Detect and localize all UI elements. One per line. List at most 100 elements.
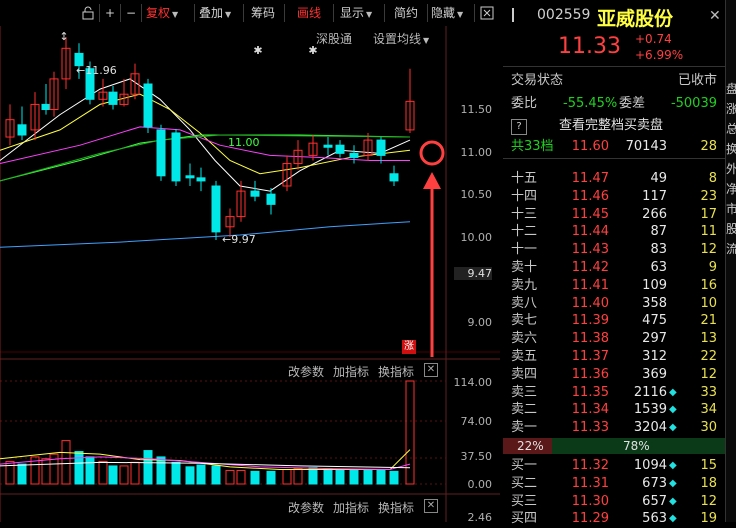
ask-row[interactable]: 十一 11.43 83 12 xyxy=(503,241,725,259)
candle xyxy=(41,103,51,111)
ask-row[interactable]: 卖一 11.33 3204 ◆ 30 xyxy=(503,419,725,437)
level-label: 十三 xyxy=(511,206,538,222)
chevron-down-icon: ▼ xyxy=(225,10,232,19)
level-label: 卖三 xyxy=(511,384,538,400)
side-tab-label[interactable]: 换 xyxy=(726,140,736,157)
bid-row[interactable]: 买二 11.31 673 ◆ 18 xyxy=(503,475,725,493)
bid-row[interactable]: 买四 11.29 563 ◆ 19 xyxy=(503,510,725,528)
volume-tick: 74.00 xyxy=(460,415,493,428)
ask-row[interactable]: 十二 11.44 87 11 xyxy=(503,223,725,241)
ask-row[interactable]: 十五 11.47 49 8 xyxy=(503,170,725,188)
level-price: 11.33 xyxy=(571,420,609,436)
level-label: 十五 xyxy=(511,171,538,186)
level-label: 买一 xyxy=(511,458,538,473)
candle xyxy=(108,91,118,105)
ask-row[interactable]: 卖二 11.34 1539 ◆ 34 xyxy=(503,401,725,419)
level-count: 23 xyxy=(700,188,717,204)
volume-bar xyxy=(74,450,84,485)
hk-connect-link[interactable]: 深股通 xyxy=(316,30,352,47)
volume-bar xyxy=(143,450,153,485)
level-label: 买四 xyxy=(511,511,538,527)
side-tab-label[interactable]: 总 xyxy=(726,120,736,137)
ask-row[interactable]: 十四 11.46 117 23 xyxy=(503,188,725,206)
full-book-link[interactable]: 查看完整档买卖盘 xyxy=(559,117,663,135)
level-volume: 475 xyxy=(642,313,667,329)
chevron-down-icon: ▼ xyxy=(366,10,373,19)
candle xyxy=(196,177,206,182)
order-ratio-row: 委比 -55.45% 委差 -50039 xyxy=(511,96,717,111)
volume-bar xyxy=(293,468,303,485)
chips-button[interactable]: 筹码 xyxy=(247,3,279,23)
volume-bar xyxy=(323,468,333,485)
kline-chart[interactable]: ↕ ✱ ✱ 深股通 设置均线 ▼ 11.50 11.00 10.50 10.00 9.… xyxy=(0,26,500,524)
side-tab-label[interactable]: 净 xyxy=(726,180,736,197)
level-volume: 369 xyxy=(642,366,667,382)
add-indicator-link-2[interactable]: 加指标 xyxy=(333,499,369,516)
adjust-button[interactable]: 复权 ▼ xyxy=(146,3,192,23)
zoom-in-button[interactable]: + xyxy=(102,3,118,23)
level-count: 8 xyxy=(708,171,717,186)
fullscreen-icon[interactable] xyxy=(478,3,496,23)
bid-row[interactable]: 买三 11.30 657 ◆ 12 xyxy=(503,493,725,511)
diamond-icon: ◆ xyxy=(669,513,677,525)
sell-ratio: 22% xyxy=(517,439,544,453)
switch-indicator-link-2[interactable]: 换指标 xyxy=(378,499,414,516)
price-tick: 10.50 xyxy=(460,188,493,201)
level-label: 卖二 xyxy=(511,402,538,418)
close-icon[interactable]: ✕ xyxy=(709,8,721,24)
ask-row[interactable]: 卖八 11.40 358 10 xyxy=(503,295,725,313)
side-tab-label[interactable]: 盘 xyxy=(726,80,736,97)
stock-header: 002559 亚威股份 ✕ 11.33 +0.74 +6.99% xyxy=(503,0,725,67)
level-price: 11.31 xyxy=(571,475,609,491)
change-params-link-2[interactable]: 改参数 xyxy=(288,499,324,516)
ask-row[interactable]: 卖七 11.39 475 21 xyxy=(503,312,725,330)
level-label: 买三 xyxy=(511,493,538,509)
total-levels-row: 共33档 11.60 70143 28 xyxy=(503,138,725,159)
ask-row[interactable]: 十三 11.45 266 17 xyxy=(503,206,725,224)
bottom-tick: 2.46 xyxy=(467,511,493,524)
add-indicator-link[interactable]: 加指标 xyxy=(333,363,369,380)
overlay-button[interactable]: 叠加 ▼ xyxy=(199,3,241,23)
side-tab-label[interactable]: 外 xyxy=(726,160,736,177)
hide-button[interactable]: 隐藏 ▼ xyxy=(431,3,471,23)
ma60-line xyxy=(0,221,411,248)
display-button[interactable]: 显示 ▼ xyxy=(340,3,382,23)
ask-row[interactable]: 卖九 11.41 109 16 xyxy=(503,277,725,295)
ma10-line xyxy=(0,93,411,175)
side-tab-label[interactable]: 流 xyxy=(726,240,736,257)
level-price: 11.39 xyxy=(571,313,609,329)
volume-bar xyxy=(41,458,51,485)
menu-icon[interactable] xyxy=(511,8,519,22)
buy-ratio: 78% xyxy=(623,439,650,453)
level-price: 11.35 xyxy=(571,384,609,400)
close-icon[interactable]: ✕ xyxy=(424,499,438,513)
level-label: 卖五 xyxy=(511,349,538,364)
change-params-link[interactable]: 改参数 xyxy=(288,363,324,380)
ask-row[interactable]: 卖五 11.37 312 22 xyxy=(503,348,725,366)
volume-bar xyxy=(17,463,27,485)
close-icon[interactable]: ✕ xyxy=(424,363,438,377)
help-icon[interactable]: ? xyxy=(511,119,527,135)
level-price: 11.32 xyxy=(571,458,609,473)
side-tab-label[interactable]: 股 xyxy=(726,220,736,237)
side-tab-strip[interactable]: 盘涨总换外净市股流 xyxy=(725,0,736,522)
marker-star: ↕ xyxy=(59,30,68,43)
ask-row[interactable]: 卖四 11.36 369 12 xyxy=(503,366,725,384)
set-ma-link[interactable]: 设置均线 ▼ xyxy=(373,30,429,47)
level-label: 十一 xyxy=(511,242,538,258)
trade-status-row: 交易状态 已收市 xyxy=(511,73,717,88)
draw-line-button[interactable]: 画线 xyxy=(293,3,325,23)
bid-row[interactable]: 买一 11.32 1094 ◆ 15 xyxy=(503,457,725,475)
ask-row[interactable]: 卖六 11.38 297 13 xyxy=(503,330,725,348)
ask-row[interactable]: 卖三 11.35 2116 ◆ 33 xyxy=(503,384,725,402)
simple-button[interactable]: 简约 xyxy=(390,3,422,23)
level-volume: 109 xyxy=(642,277,667,293)
switch-indicator-link[interactable]: 换指标 xyxy=(378,363,414,380)
side-tab-label[interactable]: 涨 xyxy=(726,100,736,117)
zoom-out-button[interactable]: − xyxy=(123,3,139,23)
full-book-row[interactable]: ? 查看完整档买卖盘 xyxy=(503,117,725,135)
volume-bar xyxy=(363,469,373,485)
ask-row[interactable]: 卖十 11.42 63 9 xyxy=(503,259,725,277)
lock-icon[interactable] xyxy=(78,3,98,23)
side-tab-label[interactable]: 市 xyxy=(726,200,736,217)
